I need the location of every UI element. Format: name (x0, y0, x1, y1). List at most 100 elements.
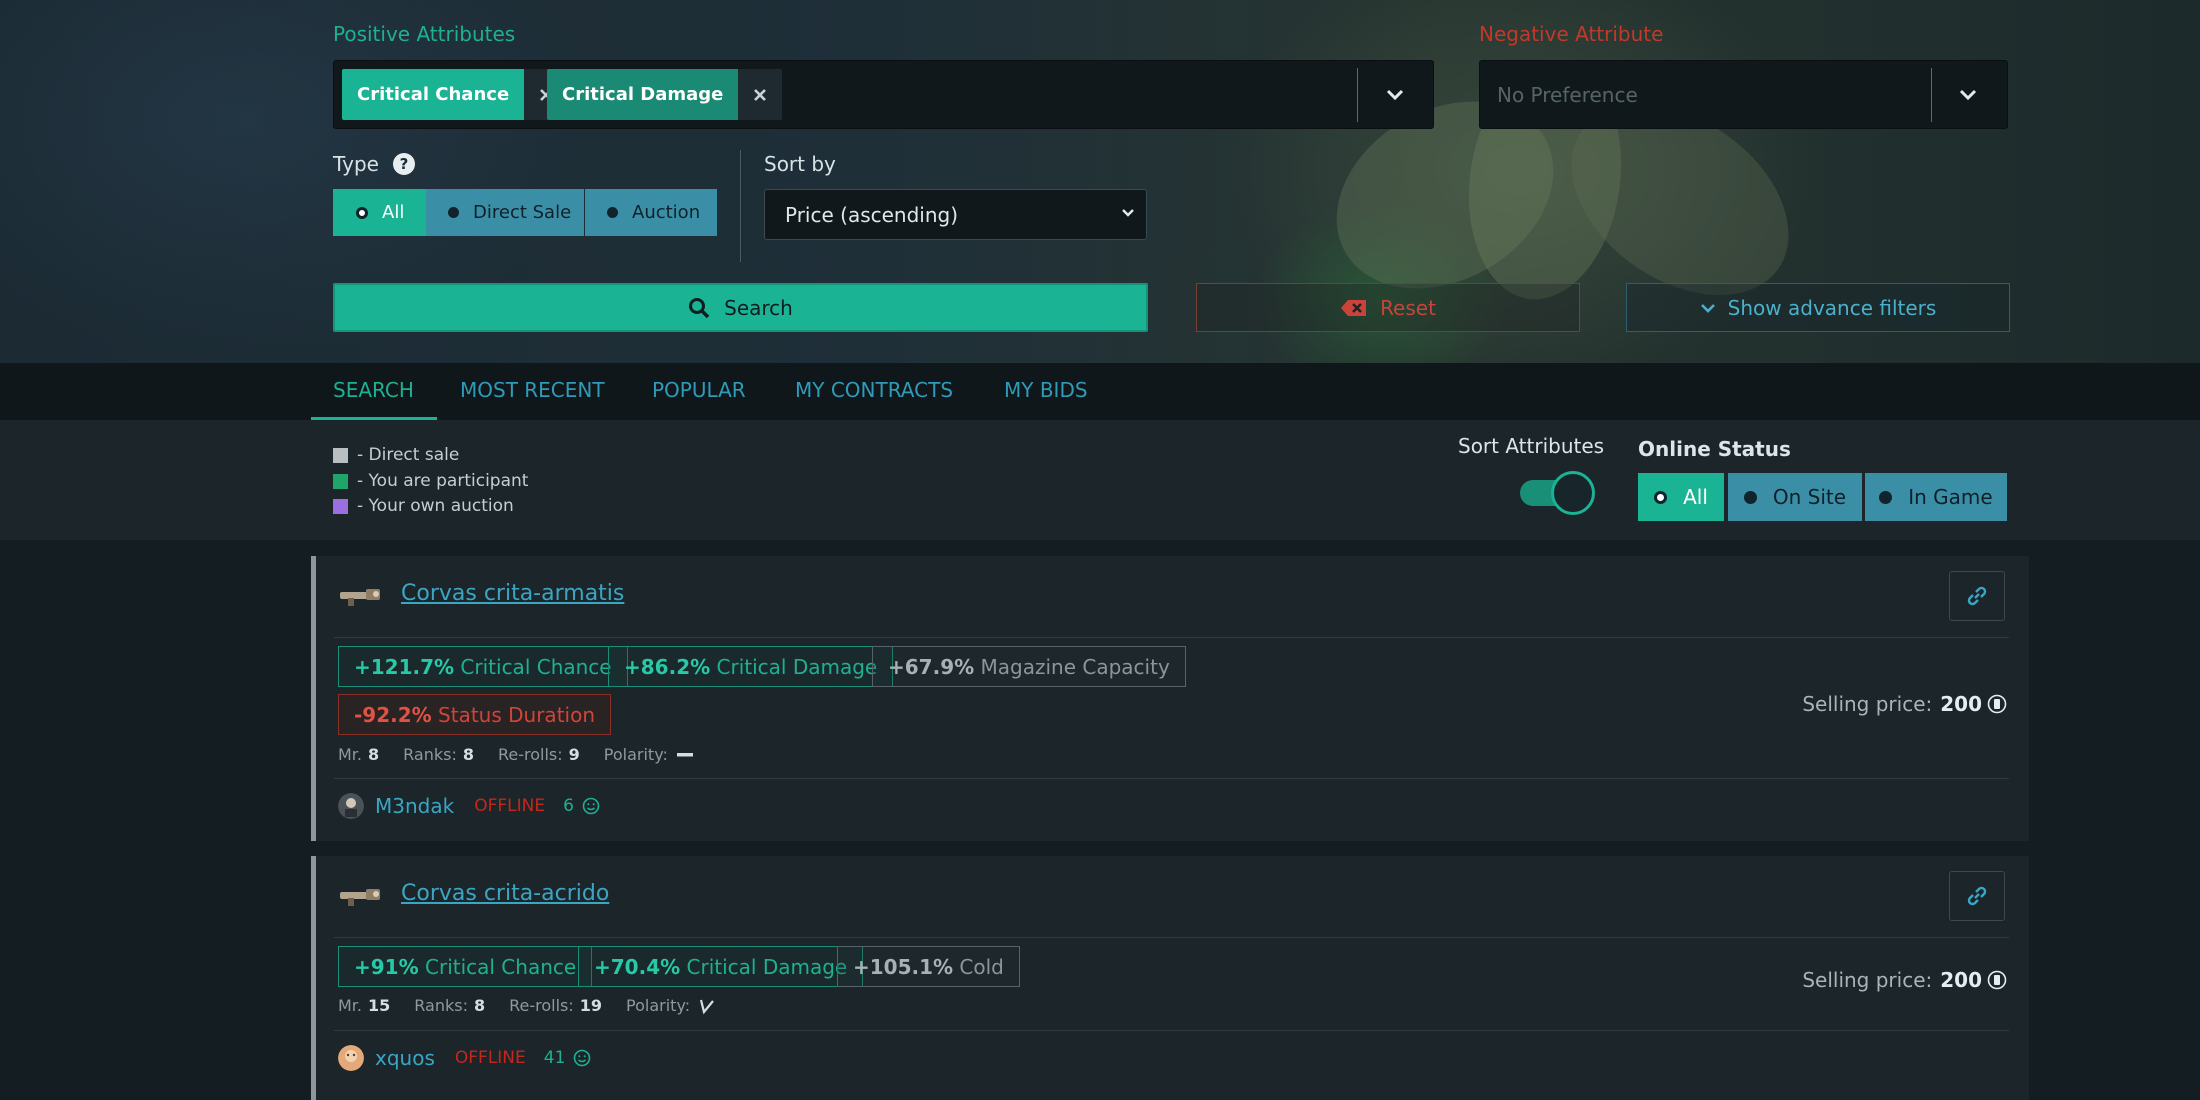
mr-label: Mr. (338, 996, 362, 1015)
smile-icon (582, 797, 600, 815)
seller-status: OFFLINE (454, 1048, 526, 1068)
radio-dot-icon (356, 206, 368, 219)
chip-label: Critical Damage (547, 69, 739, 120)
divider (334, 637, 2009, 638)
radio-dot-icon (1743, 490, 1757, 504)
search-label: Search (724, 295, 793, 320)
type-all[interactable]: All (333, 189, 426, 236)
platinum-icon (1987, 694, 2007, 714)
tab-my-contracts[interactable]: MY CONTRACTS (795, 378, 953, 402)
positive-attributes-select[interactable]: Critical Chance Critical Damage (333, 60, 1434, 129)
attribute-tag: +86.2% Critical Damage (608, 646, 894, 687)
seller-info: M3ndak OFFLINE 6 (338, 793, 600, 819)
backspace-icon (1341, 299, 1367, 316)
attribute-value: +70.4% (594, 954, 681, 979)
polarity-label: Polarity: (603, 745, 668, 764)
price-value: 200 (1940, 692, 1982, 716)
chip-critical-chance: Critical Chance (342, 69, 569, 120)
attribute-value: +67.9% (888, 654, 975, 679)
attribute-name: Critical Chance (460, 654, 612, 679)
legend-swatch (333, 498, 348, 514)
reputation-value: 41 (543, 1048, 566, 1068)
divider (1357, 68, 1358, 122)
legend-own-auction: - Your own auction (333, 496, 514, 516)
chip-remove-button[interactable] (738, 69, 783, 120)
radio-dot-icon (1654, 490, 1668, 504)
type-option-label: Direct Sale (473, 202, 572, 223)
platinum-icon (1987, 970, 2007, 990)
corvas-weapon-icon (340, 589, 380, 606)
negative-attribute-select[interactable]: No Preference (1479, 60, 2008, 129)
dropdown-toggle[interactable] (1948, 75, 1988, 115)
help-icon[interactable]: ? (393, 153, 415, 175)
close-icon (754, 88, 767, 101)
tab-popular[interactable]: POPULAR (652, 378, 746, 402)
divider (334, 1030, 2009, 1031)
link-icon (1967, 586, 1987, 606)
reset-button[interactable]: Reset (1196, 283, 1580, 332)
radio-dot-icon (448, 207, 459, 218)
online-status-all[interactable]: All (1638, 473, 1724, 521)
price-value: 200 (1940, 968, 1982, 992)
type-label: Type (333, 152, 379, 176)
attribute-value: -92.2% (354, 702, 432, 727)
sort-by-select[interactable]: Price (ascending) (764, 189, 1147, 240)
seller-reputation: 41 (544, 1048, 592, 1068)
chevron-down-icon (1700, 303, 1715, 313)
type-option-label: All (382, 202, 405, 223)
link-icon (1967, 886, 1987, 906)
attribute-tag: +91% Critical Chance (338, 946, 593, 987)
attribute-name: Magazine Capacity (980, 654, 1170, 679)
sort-attributes-toggle[interactable] (1520, 471, 1598, 515)
attribute-name: Cold (959, 954, 1004, 979)
attribute-tag: +70.4% Critical Damage (578, 946, 864, 987)
legend-label: - You are participant (357, 471, 529, 491)
online-status-option: In Game (1908, 485, 1993, 509)
seller-name-link[interactable]: M3ndak (375, 794, 454, 818)
listing-title-link[interactable]: Corvas crita-armatis (401, 581, 624, 606)
attribute-value: +86.2% (624, 654, 711, 679)
online-status-option: All (1683, 485, 1708, 509)
legend-label: - Your own auction (357, 496, 514, 516)
copy-link-button[interactable] (1949, 571, 2005, 621)
ranks-value: 8 (462, 745, 474, 764)
attribute-tag: -92.2% Status Duration (338, 694, 611, 735)
selling-price: Selling price: 200 (1802, 692, 2007, 716)
online-status-on-site[interactable]: On Site (1728, 473, 1862, 521)
radio-dot-icon (607, 207, 618, 218)
listing-title-link[interactable]: Corvas crita-acrido (401, 881, 609, 906)
mr-value: 15 (368, 996, 391, 1015)
tab-most-recent[interactable]: MOST RECENT (460, 378, 605, 402)
tab-my-bids[interactable]: MY BIDS (1004, 378, 1088, 402)
type-auction[interactable]: Auction (585, 189, 717, 236)
type-direct-sale[interactable]: Direct Sale (426, 189, 584, 236)
seller-name-link[interactable]: xquos (375, 1046, 435, 1070)
negative-placeholder: No Preference (1497, 83, 1638, 107)
attribute-value: +91% (354, 954, 419, 979)
online-status-option: On Site (1772, 485, 1847, 509)
show-advanced-filters-button[interactable]: Show advance filters (1626, 283, 2010, 332)
attribute-value: +121.7% (354, 654, 455, 679)
chip-label: Critical Chance (342, 69, 525, 120)
ranks-label: Ranks: (403, 745, 457, 764)
copy-link-button[interactable] (1949, 871, 2005, 921)
sort-attributes-label: Sort Attributes (1458, 434, 1605, 458)
corvas-weapon-icon (340, 889, 380, 906)
legend-swatch (333, 447, 348, 463)
search-button[interactable]: Search (333, 283, 1148, 332)
legend-participant: - You are participant (333, 471, 528, 491)
price-label: Selling price: (1802, 692, 1933, 716)
chevron-down-icon (1386, 89, 1404, 101)
polarity-label: Polarity: (626, 996, 691, 1015)
avatar[interactable] (338, 1045, 364, 1071)
chip-critical-damage: Critical Damage (547, 69, 783, 120)
tab-search[interactable]: SEARCH (333, 378, 414, 402)
avatar[interactable] (338, 793, 364, 819)
smile-icon (574, 1049, 591, 1067)
seller-info: xquos OFFLINE 41 (338, 1045, 591, 1071)
online-status-in-game[interactable]: In Game (1865, 473, 2007, 521)
search-icon (689, 297, 710, 318)
ranks-value: 8 (473, 996, 486, 1015)
dropdown-toggle[interactable] (1375, 75, 1415, 115)
madurai-polarity-icon (700, 999, 714, 1014)
